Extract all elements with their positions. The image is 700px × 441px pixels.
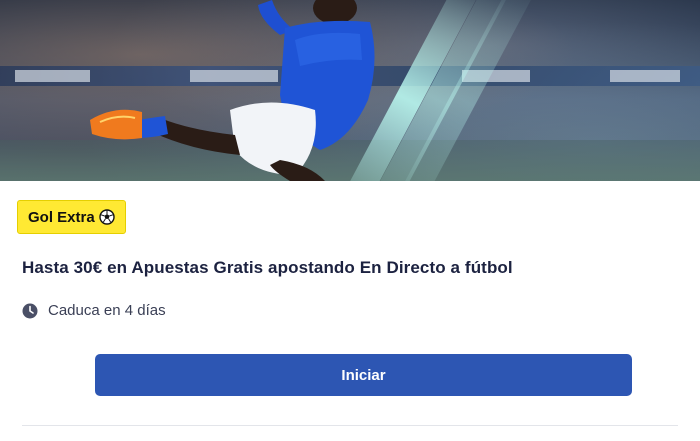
soccer-ball-icon <box>98 209 115 225</box>
badge-label: Gol Extra <box>28 208 95 226</box>
gol-extra-badge: Gol Extra <box>17 200 126 234</box>
clock-icon <box>22 303 38 319</box>
promo-headline: Hasta 30€ en Apuestas Gratis apostando E… <box>22 258 513 277</box>
ad-board <box>610 70 680 82</box>
ad-board <box>15 70 90 82</box>
promo-banner-image <box>0 0 700 181</box>
divider <box>22 425 678 426</box>
football-player-illustration <box>90 0 375 181</box>
start-button[interactable]: Iniciar <box>95 354 632 396</box>
expiry-text: Caduca en 4 días <box>48 302 166 319</box>
expiry-info: Caduca en 4 días <box>22 302 166 319</box>
